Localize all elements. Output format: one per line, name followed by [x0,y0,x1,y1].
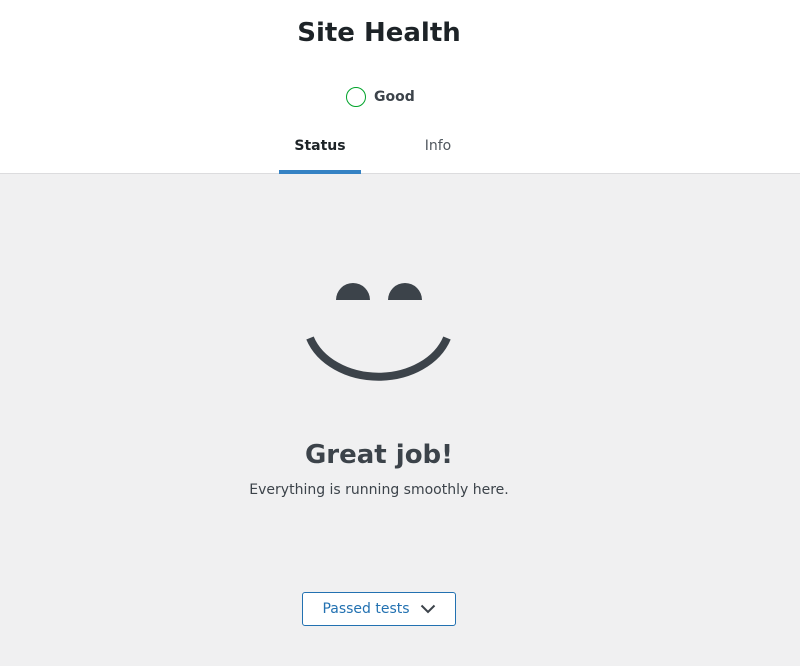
passed-tests-label: Passed tests [322,601,410,617]
right-eye-icon [388,283,422,300]
status-ring-icon [346,87,366,107]
health-status-indicator: Good [346,86,415,108]
smiley-face-icon [306,283,451,381]
tab-info[interactable]: Info [397,132,479,174]
health-status-label: Good [374,89,415,105]
smile-mouth-icon [306,336,451,381]
chevron-down-icon [420,604,435,614]
site-health-header: Site Health Good Status Info [0,0,800,174]
left-eye-icon [336,283,370,300]
success-heading: Great job! [304,440,454,470]
passed-tests-button[interactable]: Passed tests [302,592,456,626]
tab-status[interactable]: Status [279,132,361,174]
success-message: Everything is running smoothly here. [249,482,509,498]
page-title: Site Health [297,18,461,48]
